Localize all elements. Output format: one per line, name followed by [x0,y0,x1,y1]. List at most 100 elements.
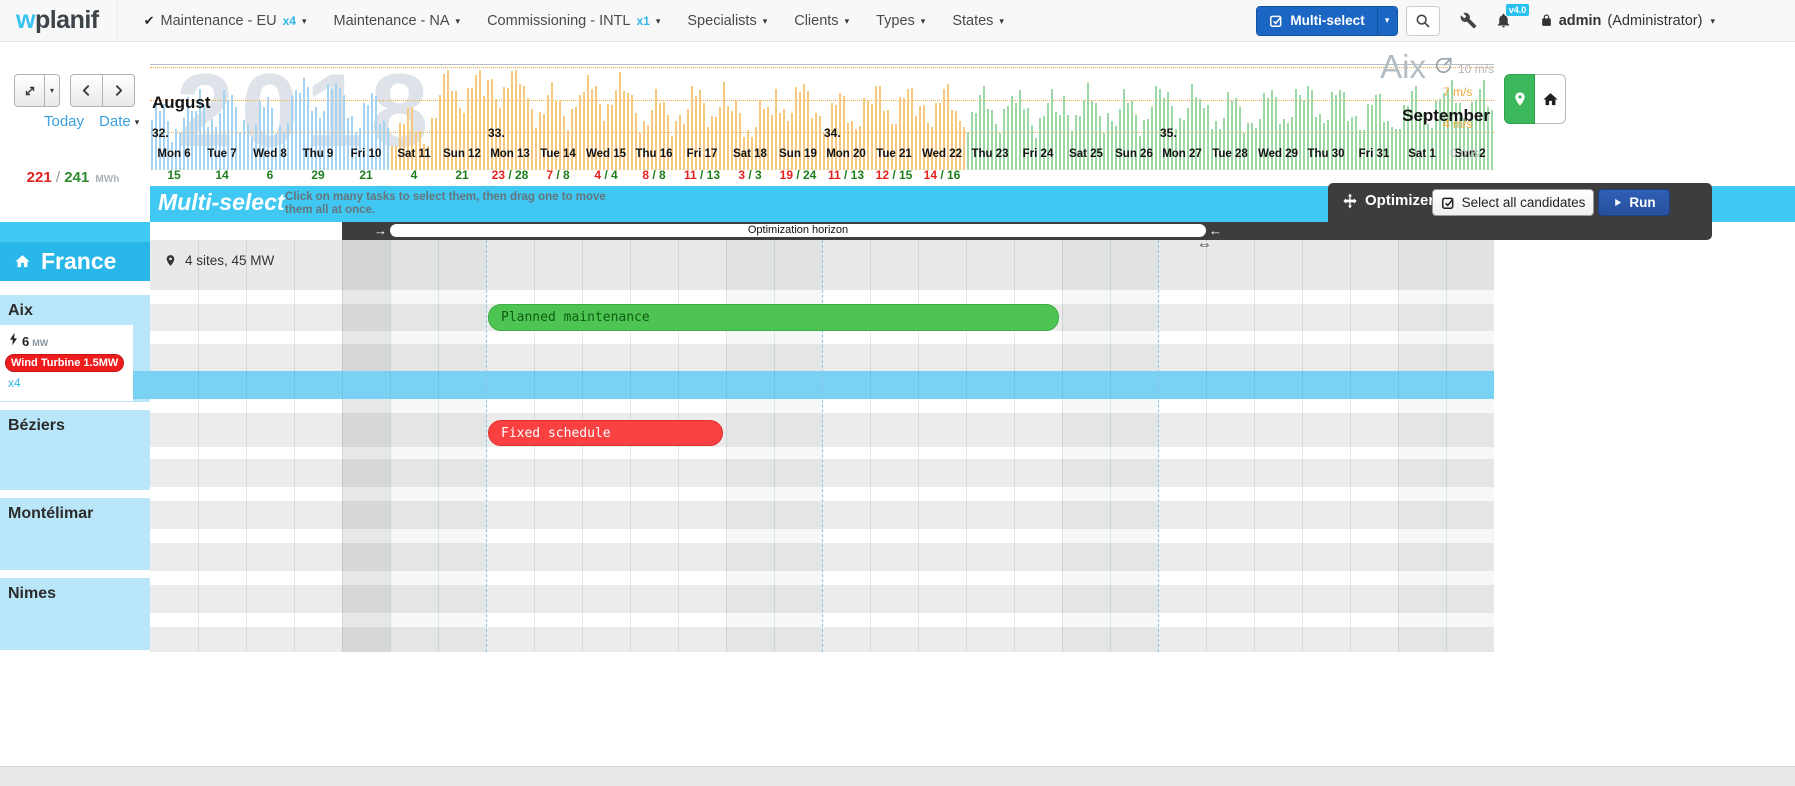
menu-states[interactable]: States▾ [952,13,1004,29]
grid-column-line [198,240,199,652]
check-icon: ✔ [144,13,155,29]
day-label: Fri 17 [678,148,726,160]
menu-types[interactable]: Types▾ [876,13,925,29]
day-capacity: 21 [342,168,390,182]
day-label: Wed 8 [246,148,294,160]
grid-column-line [246,240,247,652]
chevron-down-icon: ▾ [921,14,926,27]
site-label-nimes[interactable]: Nimes [0,578,150,603]
grid-column-line [774,240,775,652]
day-label: Mon 13 [486,148,534,160]
energy-used: 221 [27,169,52,186]
gantt-grid: 4 sites, 45 MW Planned maintenance Fixed… [150,240,1494,652]
site-capacity: 6 MW [0,325,133,349]
turbine-type-badge[interactable]: Wind Turbine 1.5MW [5,354,124,372]
country-name: France [41,248,116,275]
day-capacity: 4 / 4 [582,168,630,182]
home-view-button[interactable] [1535,74,1566,124]
sites-summary: 4 sites, 45 MW [164,253,274,268]
site-label-beziers[interactable]: Béziers [0,410,150,435]
user-menu[interactable]: admin (Administrator) ▾ [1540,13,1715,29]
home-icon [1542,91,1559,108]
weekend-shade [438,240,486,652]
app-logo[interactable]: wplanif [0,0,118,42]
menu-label: Clients [794,13,838,29]
task-fixed-schedule[interactable]: Fixed schedule [488,420,723,446]
logo-text: w [16,6,35,35]
location-pin-icon [164,253,177,268]
grid-column-line [1206,240,1207,652]
play-icon [1612,197,1623,208]
menu-clients[interactable]: Clients ▾ [794,13,849,29]
day-capacity: 6 [246,168,294,182]
selected-row-highlight [133,371,1494,399]
count-badge: x1 [637,14,650,28]
admin-tools-button[interactable] [1460,12,1477,29]
weekend-shade [1062,240,1110,652]
grid-column-line [1398,240,1399,652]
day-label: Fri 31 [1350,148,1398,160]
grid-column-line [1254,240,1255,652]
grid-column-line [1014,240,1015,652]
wind-scale-4: 4 m/s [1443,117,1472,131]
menu-maintenance-eu[interactable]: ✔Maintenance - EUx4▾ [144,13,307,29]
day-capacity: 7 / 8 [534,168,582,182]
week-label: 35. [1160,126,1177,140]
country-header[interactable]: France [0,242,150,281]
date-link[interactable]: Date▾ [99,113,139,130]
grid-column-line [1302,240,1303,652]
multi-select-button[interactable]: Multi-select [1257,7,1376,35]
day-capacity: 11 / 13 [678,168,726,182]
search-button[interactable] [1406,6,1440,36]
zoom-range-button[interactable] [14,74,45,107]
chevron-left-icon [80,83,93,98]
grid-column-line [1446,240,1447,652]
day-capacity: 14 [198,168,246,182]
multi-select-dropdown[interactable]: ▾ [1377,7,1397,35]
range-control-group: ▾ [14,74,60,107]
chevron-down-icon: ▾ [50,86,54,95]
user-role: (Administrator) [1607,13,1702,29]
select-all-candidates-button[interactable]: Select all candidates [1432,189,1594,216]
task-planned-maintenance[interactable]: Planned maintenance [488,304,1059,331]
menu-maintenance-na[interactable]: Maintenance - NA▾ [333,13,460,29]
count-badge: x4 [283,14,296,28]
sidebar-top-strip [0,222,150,242]
previous-period-button[interactable] [70,74,103,107]
site-label-aix[interactable]: Aix [0,295,150,320]
open-site-icon[interactable] [1434,56,1453,75]
run-button[interactable]: Run [1598,189,1670,216]
footer-bar [0,766,1795,786]
zoom-range-dropdown[interactable]: ▾ [44,74,60,107]
map-pin-button[interactable] [1504,74,1535,124]
optimization-horizon-bar[interactable]: Optimization horizon [390,224,1206,237]
menu-commissioning-intl[interactable]: Commissioning - INTLx1▾ [487,13,660,29]
bolt-icon [8,332,19,346]
menu-label: States [952,13,993,29]
chevron-down-icon: ▾ [845,14,850,27]
day-capacity: 29 [294,168,342,182]
grid-column-line [438,240,439,652]
next-period-button[interactable] [102,74,135,107]
chevron-down-icon: ▾ [1385,15,1390,26]
move-arrows-icon [1342,193,1358,209]
day-capacity: 3 / 3 [726,168,774,182]
menu-specialists[interactable]: Specialists▾ [687,13,767,29]
grid-column-line [534,240,535,652]
day-label: Thu 30 [1302,148,1350,160]
day-capacity: 21 [438,168,486,182]
today-link[interactable]: Today [44,113,84,130]
application-window: wplanif ✔Maintenance - EUx4▾ Maintenance … [0,0,1795,786]
wind-scale-0: 0 m/s [1450,146,1479,160]
grid-column-line [1158,240,1159,652]
wrench-icon [1460,12,1477,29]
day-label: Sat 11 [390,148,438,160]
day-label: Sun 19 [774,148,822,160]
notifications-button[interactable]: v4.0 [1495,12,1512,29]
grid-column-line [966,240,967,652]
weekend-shade [774,240,822,652]
grid-column-line [822,240,823,652]
site-label-montelimar[interactable]: Montélimar [0,498,150,523]
horizon-start-arrow-icon[interactable]: → [374,223,387,238]
optimizer-button[interactable]: Optimizer [1342,192,1434,209]
